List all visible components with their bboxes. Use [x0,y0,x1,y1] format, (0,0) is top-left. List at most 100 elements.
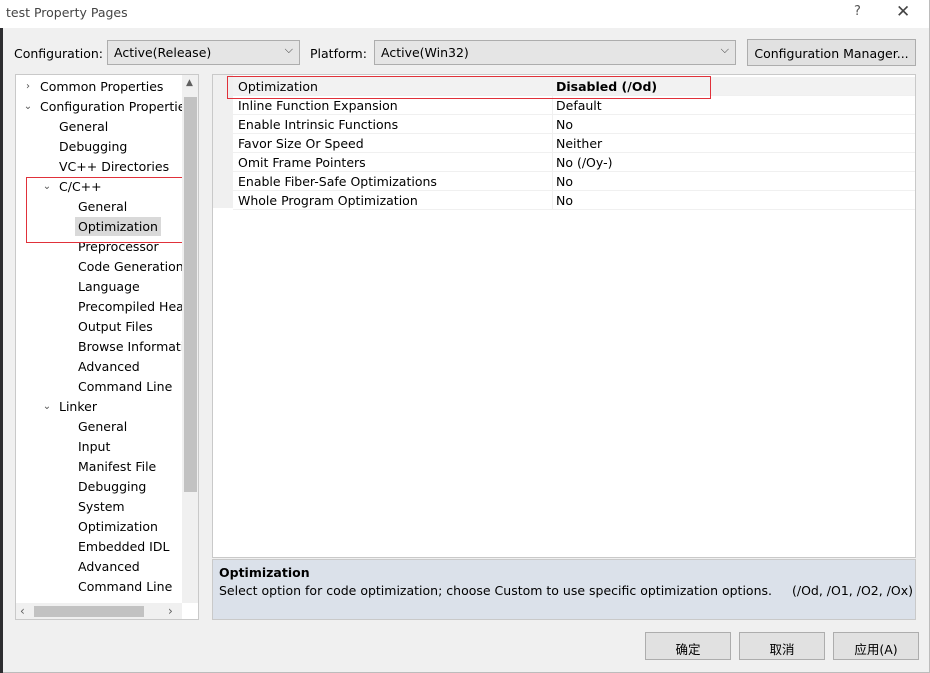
property-name: Omit Frame Pointers [238,155,366,170]
property-tree: › Common Properties ⌄ Configuration Propert… [15,74,199,620]
tree-item[interactable]: Debugging [59,137,127,156]
scroll-left-icon[interactable]: ‹ [20,604,25,618]
configuration-dropdown[interactable]: Active(Release) ⌵ [107,40,300,65]
tree-item-label: Output Files [78,319,153,334]
description-text: Select option for code optimization; cho… [219,583,913,598]
configuration-manager-button[interactable]: Configuration Manager... [747,39,916,66]
property-name: Enable Intrinsic Functions [238,117,399,132]
tree-item[interactable]: Debugging [78,477,146,496]
tree-item-label: Debugging [78,479,147,494]
property-row[interactable]: Enable Intrinsic Functions No [233,115,915,134]
tree-item[interactable]: ⌄ Linker [43,397,97,416]
chevron-right-icon[interactable]: › [22,77,34,96]
tree-item[interactable]: Output Files [78,317,153,336]
cancel-button[interactable]: 取消 [739,632,825,660]
tree-vertical-scrollbar[interactable]: ▲ [182,75,198,603]
description-body: Select option for code optimization; cho… [219,583,772,598]
property-value[interactable]: No (/Oy-) [556,155,612,170]
tree-scroll-thumb[interactable] [184,97,197,492]
tree-hscroll-thumb[interactable] [34,606,144,617]
tree-item-label: General [59,119,109,134]
tree-item[interactable]: Code Generation [78,257,184,276]
scroll-up-icon[interactable]: ▲ [186,78,193,88]
column-separator[interactable] [552,115,553,134]
ok-button[interactable]: 确定 [645,632,731,660]
tree-item-label: Configuration Properties [40,99,192,114]
tree-item[interactable]: General [59,117,108,136]
close-icon[interactable]: ✕ [896,2,910,22]
property-name: Favor Size Or Speed [238,136,364,151]
property-value[interactable]: No [556,174,573,189]
platform-dropdown[interactable]: Active(Win32) ⌵ [374,40,736,65]
tree-item[interactable]: VC++ Directories [59,157,169,176]
highlight-box-optimization-row [227,76,711,99]
property-value[interactable]: No [556,193,573,208]
tree-item[interactable]: Manifest File [78,457,156,476]
property-row[interactable]: Omit Frame Pointers No (/Oy-) [233,153,915,172]
tree-item-label: Code Generation [78,259,184,274]
tree-item[interactable]: Advanced [78,357,140,376]
description-title: Optimization [219,565,310,580]
tree-item[interactable]: › Common Properties [26,77,163,96]
property-name: Whole Program Optimization [238,193,418,208]
property-row[interactable]: Enable Fiber-Safe Optimizations No [233,172,915,191]
property-value[interactable]: No [556,117,573,132]
tree-item[interactable]: Browse Information [78,337,199,356]
description-panel: Optimization Select option for code opti… [212,559,916,620]
tree-item[interactable]: Advanced [78,557,140,576]
help-icon[interactable]: ? [854,4,861,19]
tree-item[interactable]: Embedded IDL [78,537,169,556]
tree-item-label: Precompiled Headers [78,299,199,314]
platform-value: Active(Win32) [381,45,469,60]
property-name: Inline Function Expansion [238,98,398,113]
description-options: (/Od, /O1, /O2, /Ox) [791,583,914,598]
apply-button[interactable]: 应用(A) [833,632,919,660]
tree-item-label: Browse Information [78,339,199,354]
tree-item-label: Debugging [59,139,128,154]
tree-item[interactable]: System [78,497,125,516]
tree-item[interactable]: Language [78,277,140,296]
chevron-down-icon: ⌵ [720,43,729,56]
platform-label: Platform: [310,46,367,61]
chevron-down-icon[interactable]: ⌄ [22,97,34,116]
chevron-down-icon[interactable]: ⌄ [41,397,53,416]
column-separator[interactable] [552,172,553,191]
tree-item[interactable]: ⌄ Configuration Properties [24,97,192,116]
tree-item[interactable]: Input [78,437,110,456]
column-separator[interactable] [552,153,553,172]
property-value[interactable]: Neither [556,136,602,151]
tree-item[interactable]: Command Line [78,577,172,596]
tree-item[interactable]: Optimization [78,517,158,536]
property-grid: Optimization Disabled (/Od) Inline Functio… [212,74,916,558]
tree-item-label: General [78,419,128,434]
highlight-box-cpp [26,177,184,243]
property-pages-dialog: test Property Pages ? ✕ Configuration: A… [0,0,930,673]
background-edge [0,0,3,673]
column-separator[interactable] [552,134,553,153]
configuration-value: Active(Release) [114,45,212,60]
window-title: test Property Pages [6,5,128,20]
property-row[interactable]: Favor Size Or Speed Neither [233,134,915,153]
tree-item-label: Linker [59,399,97,414]
tree-item-label: Command Line [78,579,173,594]
property-row[interactable]: Whole Program Optimization No [233,191,915,210]
tree-item-label: Command Line [78,379,173,394]
tree-item[interactable]: Precompiled Headers [78,297,199,316]
tree-item[interactable]: General [78,417,127,436]
tree-item-label: Input [78,439,111,454]
scroll-right-icon[interactable]: › [168,604,173,618]
chevron-down-icon: ⌵ [284,43,293,56]
column-separator[interactable] [552,191,553,210]
configuration-label: Configuration: [14,46,103,61]
tree-item[interactable]: Command Line [78,377,172,396]
tree-item-label: VC++ Directories [59,159,170,174]
tree-horizontal-scrollbar[interactable]: ‹ › [16,603,182,619]
tree-item-label: Advanced [78,359,140,374]
tree-item-label: Advanced [78,559,140,574]
title-bar: test Property Pages ? ✕ [0,0,929,28]
tree-item-label: Language [78,279,140,294]
tree-item-label: Manifest File [78,459,157,474]
tree-item-label: Embedded IDL [78,539,170,554]
property-value[interactable]: Default [556,98,602,113]
property-name: Enable Fiber-Safe Optimizations [238,174,437,189]
